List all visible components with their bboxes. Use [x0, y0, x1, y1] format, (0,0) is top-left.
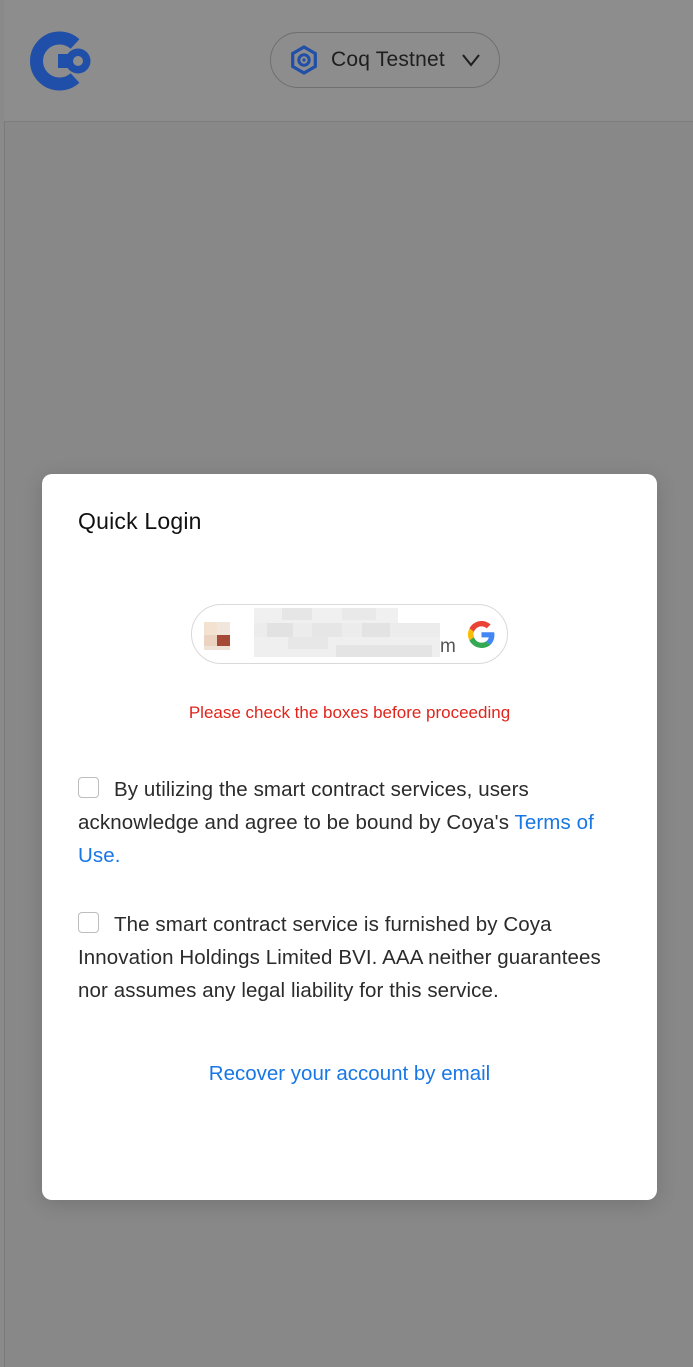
terms-consent-text: By utilizing the smart contract services…: [78, 778, 529, 834]
top-bar: Coq Testnet: [4, 0, 693, 122]
liability-consent: The smart contract service is furnished …: [78, 908, 618, 1007]
account-email-suffix: m: [440, 636, 456, 657]
network-label: Coq Testnet: [331, 48, 445, 71]
modal-title: Quick Login: [78, 508, 202, 534]
terms-consent: By utilizing the smart contract services…: [78, 773, 618, 872]
terms-checkbox[interactable]: [78, 777, 99, 798]
network-icon: [291, 45, 317, 75]
chevron-down-icon: [462, 54, 480, 67]
recover-account-link[interactable]: Recover your account by email: [42, 1062, 657, 1086]
liability-consent-text: The smart contract service is furnished …: [78, 913, 601, 1002]
app-logo[interactable]: [30, 30, 94, 92]
quick-login-modal: Quick Login m Please check the boxes bef…: [42, 474, 657, 1200]
account-button[interactable]: m: [191, 604, 508, 664]
network-selector[interactable]: Coq Testnet: [270, 32, 500, 88]
error-message: Please check the boxes before proceeding: [188, 703, 511, 722]
google-icon: [468, 621, 495, 648]
liability-checkbox[interactable]: [78, 912, 99, 933]
